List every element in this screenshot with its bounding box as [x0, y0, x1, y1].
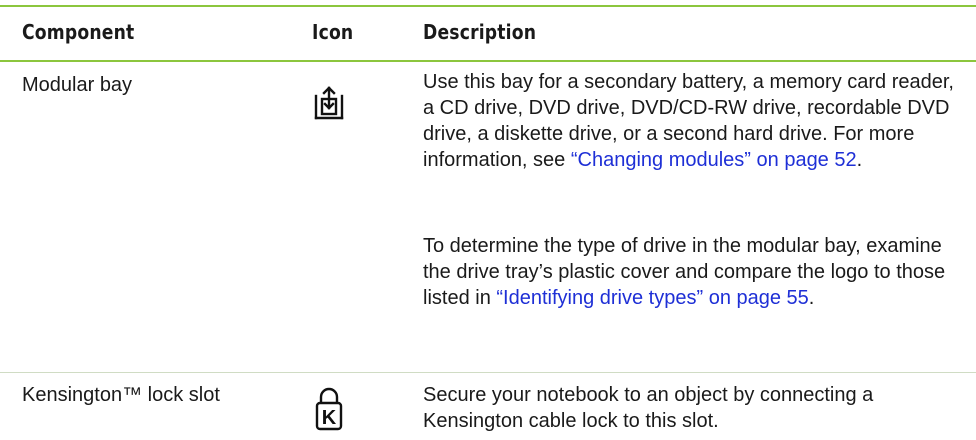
- link-changing-modules[interactable]: “Changing modules” on page 52: [571, 149, 857, 171]
- row-kensington-component: Kensington™ lock slot: [22, 384, 220, 406]
- header-icon: Icon: [312, 20, 354, 44]
- header-component: Component: [22, 20, 135, 44]
- row-modular-bay-description-2: To determine the type of drive in the mo…: [423, 235, 946, 309]
- table-top-rule: [0, 5, 976, 7]
- row-divider: [0, 372, 976, 373]
- link-identifying-drive-types[interactable]: “Identifying drive types” on page 55: [496, 287, 808, 309]
- kensington-lock-icon: K: [314, 386, 344, 437]
- modular-bay-icon: [314, 86, 344, 125]
- row-modular-bay-component: Modular bay: [22, 74, 133, 96]
- header-description: Description: [423, 20, 537, 44]
- row-modular-bay-description-1: Use this bay for a secondary battery, a …: [423, 71, 954, 171]
- header-rule: [0, 60, 976, 62]
- row-kensington-description: Secure your notebook to an object by con…: [423, 384, 874, 432]
- kensington-icon-letter: K: [322, 407, 337, 429]
